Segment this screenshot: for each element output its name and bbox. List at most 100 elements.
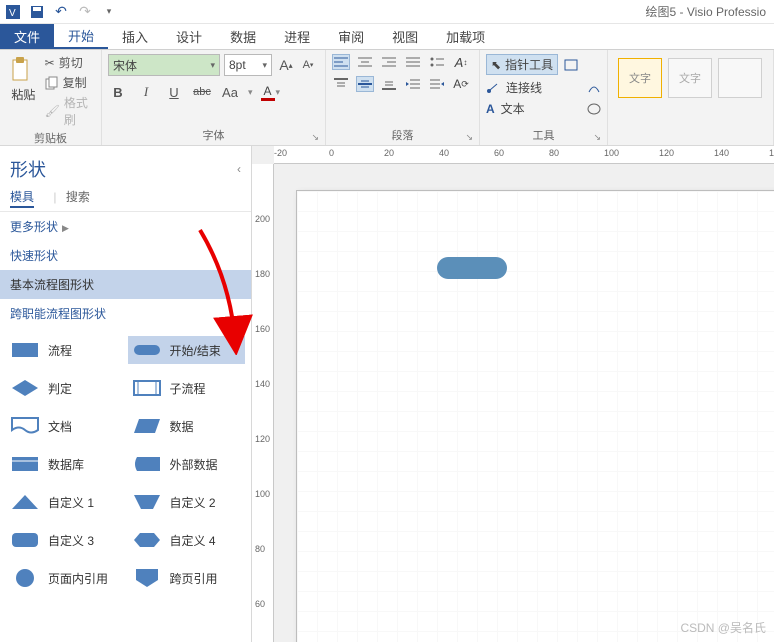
terminator-shape-instance[interactable] — [437, 257, 507, 279]
strikethrough-button[interactable]: abc — [192, 82, 212, 102]
tab-home[interactable]: 开始 — [54, 24, 108, 49]
shape-label: 跨页引用 — [170, 570, 218, 587]
shape-database[interactable]: 数据库 — [6, 450, 124, 478]
qat-dropdown-icon[interactable]: ▾ — [100, 3, 118, 21]
collapse-pane-icon[interactable]: ‹ — [237, 162, 241, 176]
terminator-icon — [132, 340, 162, 360]
dialog-launcher-icon[interactable]: ↘ — [465, 132, 473, 143]
stencil-shapes: 流程 开始/结束 判定 子流程 文档 数据 数据库 外部数据 自定义 1 自定义… — [0, 328, 251, 600]
shape-document[interactable]: 文档 — [6, 412, 124, 440]
svg-text:V: V — [9, 8, 16, 19]
main-area: 形状 ‹ 模具 | 搜索 更多形状▶ 快速形状 基本流程图形状 跨职能流程图形状… — [0, 146, 774, 642]
italic-button[interactable]: I — [136, 82, 156, 102]
font-group-label: 字体 — [203, 130, 225, 142]
connector-tool-button[interactable]: 连接线 — [506, 79, 542, 96]
bullets-button[interactable] — [428, 54, 446, 70]
chevron-down-icon: ▾ — [206, 60, 215, 71]
dialog-launcher-icon[interactable]: ↘ — [311, 132, 319, 143]
style-gallery-item[interactable]: 文字 — [668, 58, 712, 98]
tab-insert[interactable]: 插入 — [108, 24, 162, 49]
drawing-page[interactable] — [296, 190, 774, 642]
shape-subprocess[interactable]: 子流程 — [128, 374, 246, 402]
quick-shapes-item[interactable]: 快速形状 — [0, 241, 251, 270]
align-top-button[interactable] — [332, 76, 350, 92]
font-name-value: 宋体 — [113, 57, 137, 74]
shape-custom3[interactable]: 自定义 3 — [6, 526, 124, 554]
shape-onpage-ref[interactable]: 页面内引用 — [6, 564, 124, 592]
justify-button[interactable] — [404, 54, 422, 70]
font-color-button[interactable]: A ▾ — [261, 84, 281, 101]
font-name-combo[interactable]: 宋体 ▾ — [108, 54, 220, 76]
ellipse-tool-button[interactable] — [587, 103, 601, 115]
rotate-text-button[interactable]: A⟳ — [452, 76, 470, 92]
shape-external-data[interactable]: 外部数据 — [128, 450, 246, 478]
style-gallery-item[interactable]: 文字 — [618, 58, 662, 98]
paragraph-group-label: 段落 — [392, 130, 414, 142]
tab-file[interactable]: 文件 — [0, 24, 54, 49]
shape-custom4[interactable]: 自定义 4 — [128, 526, 246, 554]
text-tool-button[interactable]: 文本 — [501, 100, 525, 117]
more-shapes-item[interactable]: 更多形状▶ — [0, 212, 251, 241]
title-bar: V ↶ ↷ ▾ 绘图5 - Visio Professio — [0, 0, 774, 24]
redo-icon[interactable]: ↷ — [76, 3, 94, 21]
decrease-indent-button[interactable] — [404, 76, 422, 92]
ruler-tick: 60 — [255, 599, 265, 609]
shape-terminator[interactable]: 开始/结束 — [128, 336, 246, 364]
tab-design[interactable]: 设计 — [162, 24, 216, 49]
ruler-tick: 160 — [255, 324, 270, 334]
grow-font-button[interactable]: A▴ — [276, 55, 296, 75]
text-direction-button[interactable]: A↕ — [452, 54, 470, 70]
align-right-button[interactable] — [380, 54, 398, 70]
tab-addins[interactable]: 加载项 — [432, 24, 499, 49]
drawing-canvas[interactable]: -20 0 20 40 60 80 100 120 140 160 200 18… — [252, 146, 774, 642]
change-case-button[interactable]: Aa — [220, 82, 240, 102]
align-left-button[interactable] — [332, 54, 350, 70]
pointer-label: 指针工具 — [505, 56, 553, 73]
basic-flowchart-stencil[interactable]: 基本流程图形状 — [0, 270, 251, 299]
vertical-ruler: 200 180 160 140 120 100 80 60 — [252, 164, 274, 642]
align-center-button[interactable] — [356, 54, 374, 70]
shape-custom1[interactable]: 自定义 1 — [6, 488, 124, 516]
font-size-combo[interactable]: 8pt▾ — [224, 54, 272, 76]
underline-button[interactable]: U — [164, 82, 184, 102]
shape-data[interactable]: 数据 — [128, 412, 246, 440]
pointer-tool-button[interactable]: ⬉指针工具 — [486, 54, 558, 75]
cross-functional-stencil[interactable]: 跨职能流程图形状 — [0, 299, 251, 328]
shape-process[interactable]: 流程 — [6, 336, 124, 364]
copy-button[interactable]: 复制 — [45, 74, 95, 91]
ribbon-tabs: 文件 开始 插入 设计 数据 进程 审阅 视图 加载项 — [0, 24, 774, 50]
shape-label: 自定义 2 — [170, 494, 216, 511]
cut-button[interactable]: ✂剪切 — [45, 54, 95, 71]
tab-review[interactable]: 审阅 — [324, 24, 378, 49]
document-icon — [10, 416, 40, 436]
format-painter-button[interactable]: 🖌格式刷 — [45, 94, 95, 128]
increase-indent-button[interactable] — [428, 76, 446, 92]
paste-button[interactable]: 粘贴 — [6, 54, 41, 128]
ruler-tick: 0 — [329, 148, 334, 158]
freeform-tool-button[interactable] — [587, 82, 601, 94]
group-paragraph: A↕ A⟳ 段落 ↘ — [326, 50, 480, 145]
tab-data[interactable]: 数据 — [216, 24, 270, 49]
stencil-tab[interactable]: 模具 — [10, 190, 34, 208]
bold-button[interactable]: B — [108, 82, 128, 102]
ruler-tick: 120 — [255, 434, 270, 444]
shape-label: 数据库 — [48, 456, 84, 473]
align-middle-button[interactable] — [356, 76, 374, 92]
shape-decision[interactable]: 判定 — [6, 374, 124, 402]
style-gallery-item[interactable] — [718, 58, 762, 98]
align-bottom-button[interactable] — [380, 76, 398, 92]
shape-offpage-ref[interactable]: 跨页引用 — [128, 564, 246, 592]
search-tab[interactable]: 搜索 — [66, 190, 90, 204]
custom1-icon — [10, 492, 40, 512]
dialog-launcher-icon[interactable]: ↘ — [593, 132, 601, 143]
undo-icon[interactable]: ↶ — [52, 3, 70, 21]
tab-view[interactable]: 视图 — [378, 24, 432, 49]
shapes-pane-tabs: 模具 | 搜索 — [0, 188, 251, 211]
ruler-tick: 60 — [494, 148, 504, 158]
save-icon[interactable] — [28, 3, 46, 21]
tab-process[interactable]: 进程 — [270, 24, 324, 49]
shape-custom2[interactable]: 自定义 2 — [128, 488, 246, 516]
chevron-down-icon[interactable]: ▾ — [248, 87, 253, 98]
shrink-font-button[interactable]: A▾ — [298, 55, 318, 75]
rectangle-tool-button[interactable] — [564, 59, 578, 71]
